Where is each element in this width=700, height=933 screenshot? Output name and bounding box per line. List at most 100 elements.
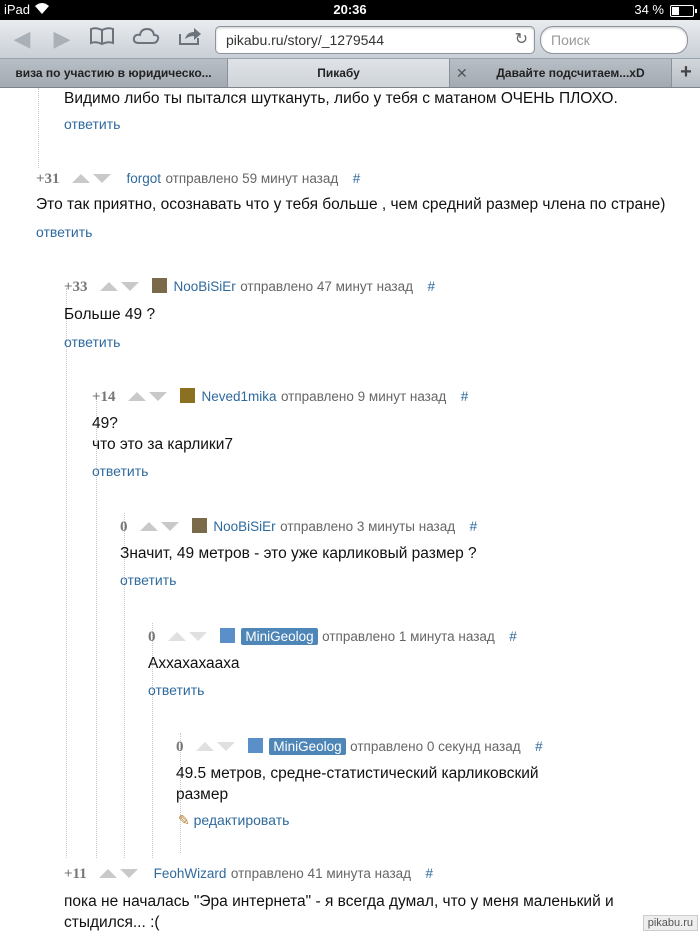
- comment-user[interactable]: NooBiSiEr: [173, 279, 235, 294]
- back-button[interactable]: ◀: [8, 26, 36, 52]
- vote-down-icon[interactable]: [149, 392, 168, 401]
- comment-score: +31: [36, 171, 60, 188]
- comment-meta: отправлено 0 секунд назад: [350, 739, 521, 755]
- tab-count[interactable]: ✕ Давайте подсчитаем...xD: [450, 59, 672, 87]
- reply-link[interactable]: ответить: [64, 116, 120, 132]
- forward-button[interactable]: ▶: [48, 26, 76, 52]
- vote-arrows: [195, 738, 238, 756]
- vote-up-icon[interactable]: [100, 282, 119, 291]
- edit-label: редактировать: [193, 812, 290, 828]
- comment-permalink[interactable]: #: [509, 629, 517, 644]
- vote-down-icon[interactable]: [216, 742, 235, 751]
- indent-line: [66, 288, 67, 858]
- reply-link[interactable]: ответить: [148, 682, 204, 698]
- vote-arrows: [99, 865, 141, 883]
- reload-icon[interactable]: ↻: [515, 29, 528, 49]
- avatar: [220, 628, 236, 644]
- comment-text: пока не началась "Эра интернета" - я все…: [64, 893, 614, 910]
- vote-down-icon[interactable]: [120, 869, 139, 878]
- reply-link[interactable]: ответить: [92, 463, 148, 479]
- tab-label: виза по участию в юридическо...: [15, 66, 212, 80]
- vote-arrows: [139, 518, 182, 536]
- vote-up-icon[interactable]: [167, 632, 186, 641]
- comment-score: +14: [92, 389, 116, 406]
- vote-arrows: [72, 170, 114, 188]
- watermark: pikabu.ru: [642, 915, 698, 931]
- tab-visa[interactable]: виза по участию в юридическо...: [0, 59, 228, 87]
- reply-link[interactable]: ответить: [120, 572, 176, 588]
- status-bar: iPad 20:36 34 %: [0, 0, 700, 20]
- comment-text: 49.5 метров, средне-статистический карли…: [176, 765, 539, 782]
- comment-text: что это за карлики7: [92, 436, 233, 453]
- comment-user[interactable]: MiniGeolog: [269, 738, 346, 756]
- indent-line: [124, 513, 125, 858]
- comment-permalink[interactable]: #: [427, 279, 435, 294]
- comment-user[interactable]: Neved1mika: [201, 389, 276, 404]
- comment-text: Значит, 49 метров - это уже карликовый р…: [120, 545, 477, 562]
- icloud-button[interactable]: [132, 26, 160, 52]
- vote-up-icon[interactable]: [72, 174, 91, 183]
- bookmarks-button[interactable]: [88, 26, 116, 52]
- comment-meta: отправлено 9 минут назад: [280, 389, 447, 405]
- indent-line: [38, 88, 39, 168]
- comment-text: размер: [176, 786, 229, 803]
- address-bar[interactable]: pikabu.ru/story/_1279544 ↻: [215, 26, 535, 54]
- comment-user[interactable]: MiniGeolog: [241, 628, 318, 646]
- avatar: [152, 278, 168, 294]
- vote-up-icon[interactable]: [195, 742, 214, 751]
- comment-text: 49?: [92, 415, 118, 432]
- tab-pikabu[interactable]: Пикабу: [228, 59, 450, 87]
- comment-text: Видимо либо ты пытался шуткануть, либо у…: [64, 90, 618, 107]
- comment-permalink[interactable]: #: [470, 519, 478, 534]
- comment-permalink[interactable]: #: [535, 739, 543, 754]
- vote-arrows: [167, 628, 210, 646]
- comment-permalink[interactable]: #: [425, 866, 433, 881]
- vote-down-icon[interactable]: [93, 174, 112, 183]
- vote-down-icon[interactable]: [160, 522, 179, 531]
- comment-meta: отправлено 47 минут назад: [240, 279, 414, 295]
- vote-up-icon[interactable]: [139, 522, 158, 531]
- vote-up-icon[interactable]: [128, 392, 147, 401]
- battery-icon: [670, 5, 697, 17]
- comment-permalink[interactable]: #: [461, 389, 469, 404]
- comments-area: Видимо либо ты пытался шуткануть, либо у…: [0, 88, 700, 933]
- tab-label: Давайте подсчитаем...xD: [496, 66, 645, 80]
- vote-arrows: [128, 388, 170, 406]
- vote-down-icon[interactable]: [188, 632, 207, 641]
- comment-header: +31 forgot отправлено 59 минут назад #: [36, 170, 360, 188]
- avatar: [192, 518, 208, 534]
- new-tab-button[interactable]: +: [672, 59, 700, 87]
- comment-user[interactable]: forgot: [126, 171, 161, 186]
- comment-user[interactable]: FeohWizard: [154, 866, 227, 881]
- comment-user[interactable]: NooBiSiEr: [213, 519, 275, 534]
- book-icon: [90, 27, 114, 46]
- comment-score: +11: [64, 866, 87, 883]
- search-placeholder: Поиск: [551, 32, 590, 48]
- vote-up-icon[interactable]: [99, 869, 118, 878]
- comment-meta: отправлено 3 минуты назад: [280, 519, 456, 535]
- search-input[interactable]: Поиск: [540, 26, 688, 54]
- comment-text: Больше 49 ?: [64, 306, 156, 323]
- comment-meta: отправлено 1 минута назад: [322, 629, 495, 645]
- cloud-icon: [132, 27, 160, 44]
- vote-down-icon[interactable]: [121, 282, 140, 291]
- reply-link[interactable]: ответить: [64, 334, 120, 350]
- comment-header: +14 Neved1mika отправлено 9 минут назад …: [92, 388, 468, 406]
- battery-percent: 34 %: [634, 2, 664, 17]
- pencil-icon: ✎: [178, 812, 190, 828]
- edit-link[interactable]: ✎ редактировать: [178, 812, 289, 829]
- comment-header: 0 NooBiSiEr отправлено 3 минуты назад #: [120, 518, 477, 536]
- comment-header: +33 NooBiSiEr отправлено 47 минут назад …: [64, 278, 435, 296]
- close-tab-icon[interactable]: ✕: [456, 65, 468, 82]
- comment-text: Аххахахааха: [148, 655, 240, 672]
- comment-score: 0: [120, 519, 128, 536]
- comment-score: 0: [176, 739, 184, 756]
- share-button[interactable]: [176, 26, 204, 52]
- comment-permalink[interactable]: #: [353, 171, 361, 186]
- vote-arrows: [100, 278, 142, 296]
- tab-bar: виза по участию в юридическо... Пикабу ✕…: [0, 59, 700, 88]
- comment-text: стыдился... :(: [64, 914, 160, 931]
- reply-link[interactable]: ответить: [36, 224, 92, 240]
- comment-score: 0: [148, 629, 156, 646]
- comment-score: +33: [64, 279, 88, 296]
